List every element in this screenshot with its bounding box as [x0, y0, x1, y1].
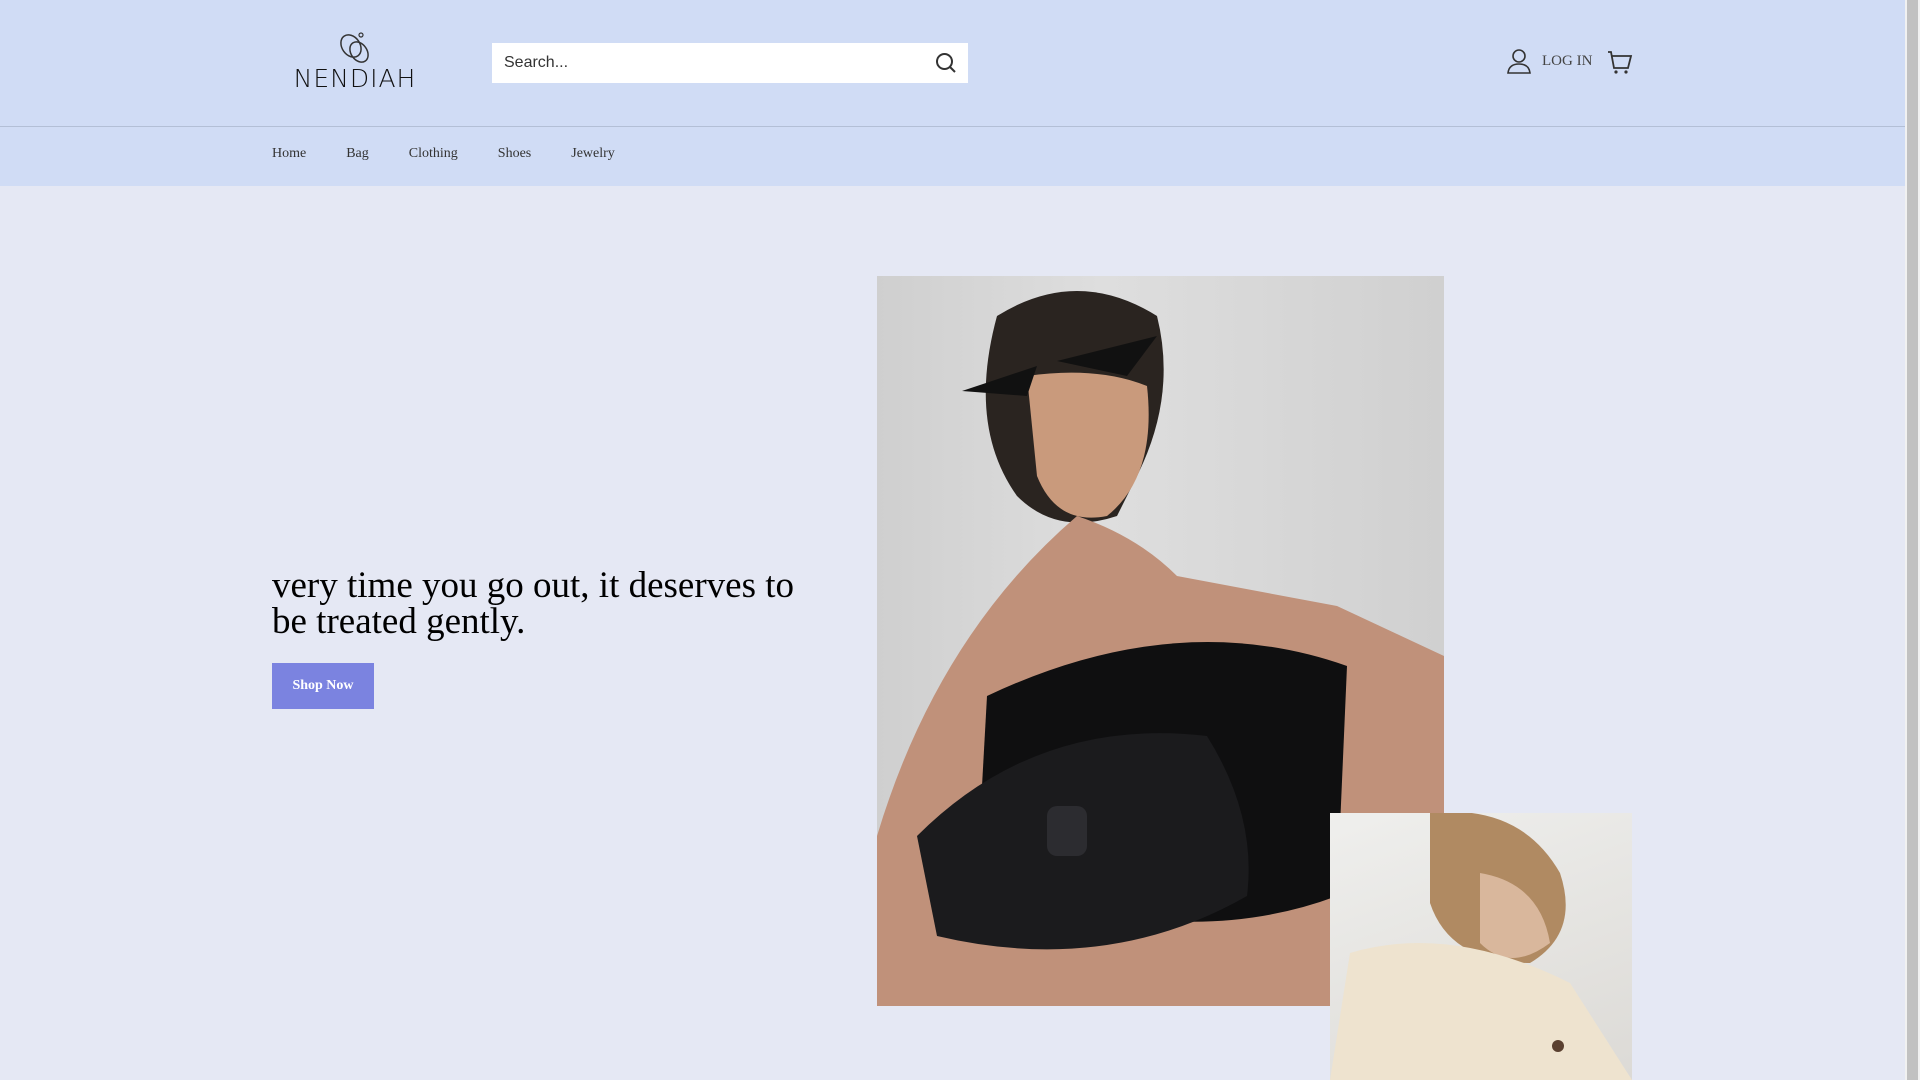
hero-title: very time you go out, it deserves to be …	[272, 565, 795, 642]
nav-item-clothing[interactable]: Clothing	[409, 146, 458, 162]
brand-name: NENDIAH	[293, 64, 417, 93]
brand-logo[interactable]: NENDIAH	[290, 30, 420, 96]
user-icon	[1507, 49, 1531, 74]
search-input[interactable]	[492, 43, 924, 83]
site-header: NENDIAH LOG IN Home Bag Clothing Shoes J…	[0, 0, 1905, 186]
main-nav: Home Bag Clothing Shoes Jewelry	[272, 146, 615, 162]
rings-logo-icon	[340, 32, 369, 63]
header-divider	[0, 126, 1905, 127]
search-bar	[492, 43, 968, 83]
login-button[interactable]: LOG IN	[1506, 48, 1592, 74]
login-label: LOG IN	[1542, 52, 1593, 69]
cart-button[interactable]	[1607, 50, 1633, 79]
nav-item-bag[interactable]: Bag	[346, 146, 369, 162]
cardigan-photo-illustration	[1330, 813, 1632, 1080]
shop-now-button[interactable]: Shop Now	[272, 663, 374, 709]
nav-item-jewelry[interactable]: Jewelry	[571, 146, 615, 162]
search-button[interactable]	[924, 43, 968, 83]
scrollbar-thumb[interactable]	[1907, 0, 1918, 1080]
cart-icon	[1608, 51, 1633, 74]
nav-item-shoes[interactable]: Shoes	[498, 146, 531, 162]
nav-item-home[interactable]: Home	[272, 146, 306, 162]
search-icon	[936, 53, 956, 73]
secondary-image-cardigan	[1330, 813, 1632, 1080]
page-scrollbar[interactable]	[1905, 0, 1920, 1080]
